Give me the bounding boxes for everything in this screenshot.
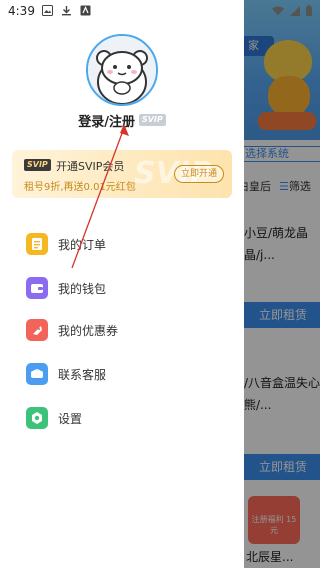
svip-subtitle: 租号9折,再送0.01元红包 xyxy=(24,182,136,193)
menu-label-customer-service: 联系客服 xyxy=(58,367,107,382)
download-icon xyxy=(62,6,71,16)
menu-label-coupons: 我的优惠券 xyxy=(58,323,119,338)
menu-label-settings: 设置 xyxy=(58,411,83,426)
login-register-link[interactable]: 登录/注册 xyxy=(78,111,135,130)
user-avatar[interactable] xyxy=(86,34,158,106)
menu-label-wallet: 我的钱包 xyxy=(58,281,107,296)
navigation-drawer: 登录/注册 SVIP SVIP SVIP 开通SVIP会员 租号9折,再送0.0… xyxy=(0,0,244,568)
hamster-avatar-icon xyxy=(88,36,156,104)
order-icon xyxy=(26,233,48,255)
menu-item-customer-service[interactable]: 联系客服 xyxy=(26,362,106,386)
customer-service-icon xyxy=(26,363,48,385)
app-notification-icon xyxy=(80,5,91,16)
open-svip-button[interactable]: 立即开通 xyxy=(173,165,224,183)
login-register-row[interactable]: 登录/注册 SVIP xyxy=(0,110,244,130)
svip-badge: SVIP xyxy=(24,159,51,171)
menu-item-settings[interactable]: 设置 xyxy=(26,406,82,430)
wifi-icon xyxy=(272,6,284,15)
wallet-icon xyxy=(26,277,48,299)
status-system-icons xyxy=(272,5,312,16)
svip-promo-card[interactable]: SVIP SVIP 开通SVIP会员 租号9折,再送0.01元红包 立即开通 xyxy=(12,150,232,198)
svip-title: 开通SVIP会员 xyxy=(56,160,125,173)
menu-item-coupons[interactable]: 我的优惠券 xyxy=(26,318,118,342)
image-notification-icon xyxy=(42,5,53,16)
signal-icon xyxy=(290,5,300,16)
menu-item-wallet[interactable]: 我的钱包 xyxy=(26,276,106,300)
menu-item-orders[interactable]: 我的订单 xyxy=(26,232,106,256)
battery-icon xyxy=(306,5,312,16)
settings-icon xyxy=(26,407,48,429)
menu-label-orders: 我的订单 xyxy=(58,237,107,252)
status-bar: 4:39 xyxy=(0,0,320,24)
coupon-icon xyxy=(26,319,48,341)
svip-tag: SVIP xyxy=(138,114,166,126)
status-time: 4:39 xyxy=(8,4,35,18)
status-notification-icons xyxy=(42,5,91,16)
